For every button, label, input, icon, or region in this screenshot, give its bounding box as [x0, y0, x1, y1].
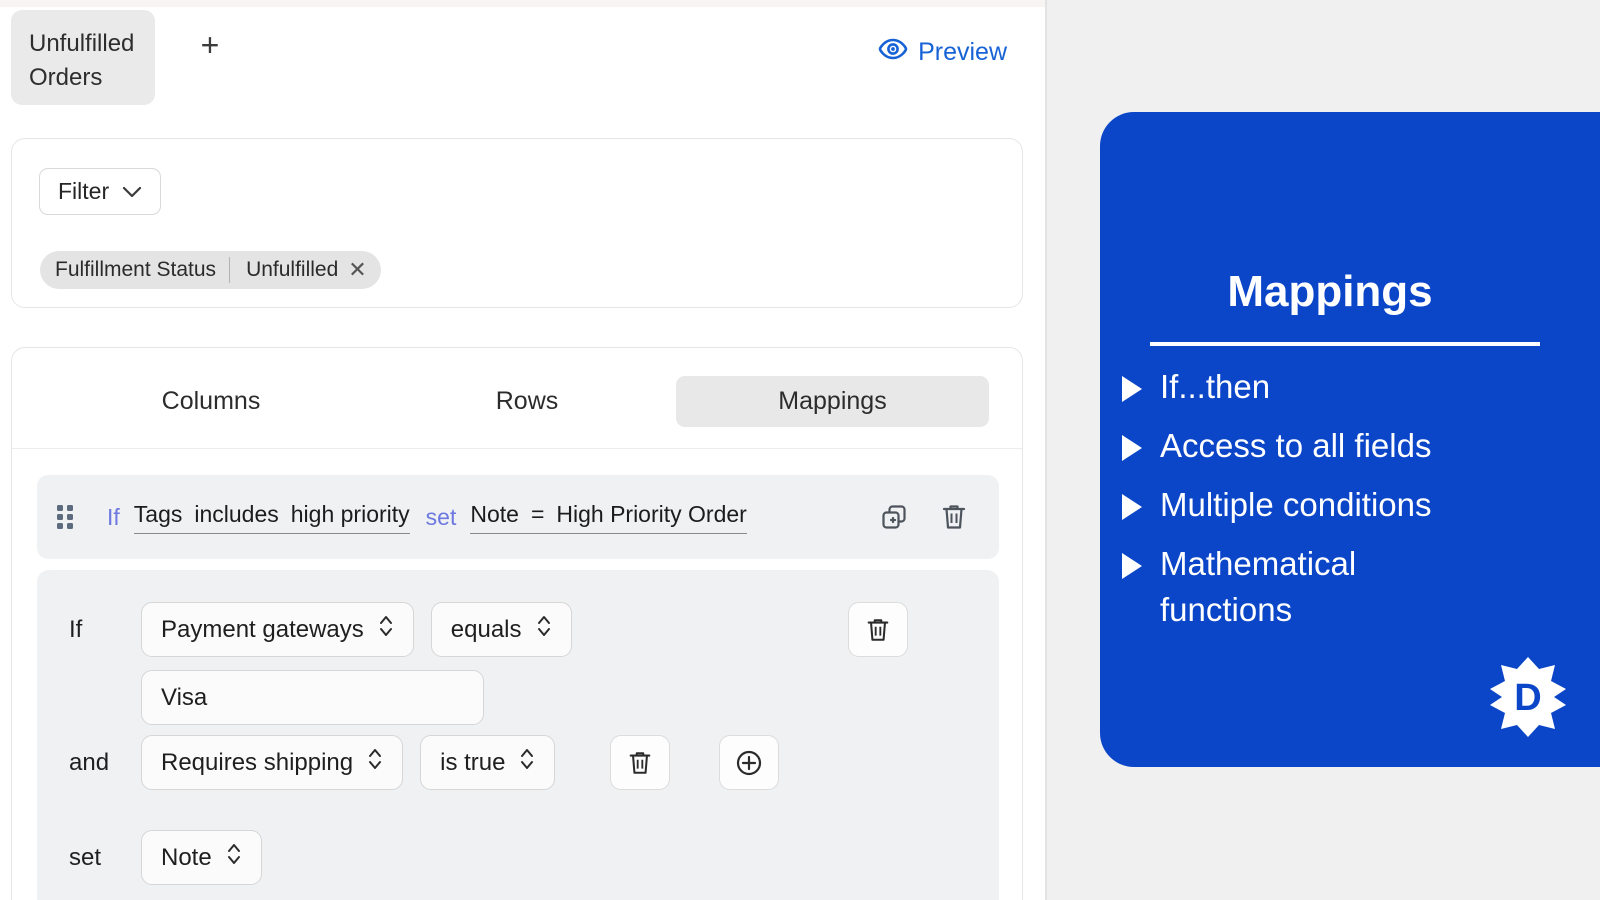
tab-label: Unfulfilled Orders: [29, 30, 135, 91]
rule-set-keyword: set: [425, 503, 457, 530]
filter-dropdown-button[interactable]: Filter: [39, 168, 162, 215]
rule-condition-group[interactable]: Tags includes high priority: [133, 500, 410, 534]
eye-icon: [878, 37, 908, 68]
promo-list-item: Access to all fields: [1122, 423, 1592, 469]
rule-expression: If Tags includes high priority set Note …: [107, 475, 747, 559]
condition-1-operator-select[interactable]: equals: [430, 602, 572, 657]
plus-circle-icon: [737, 750, 762, 775]
triangle-right-icon: [1122, 553, 1142, 579]
triangle-right-icon: [1122, 435, 1142, 461]
mappings-card: Columns Rows Mappings If Tags includes h…: [11, 347, 1023, 900]
promo-title: Mappings: [1227, 267, 1433, 316]
promo-feature-list: If...then Access to all fields Multiple …: [1122, 364, 1592, 646]
promo-list-item: Multiple conditions: [1122, 482, 1592, 528]
triangle-right-icon: [1122, 494, 1142, 520]
tab-columns[interactable]: Columns: [100, 376, 322, 427]
delete-condition-button[interactable]: [848, 602, 908, 657]
chevron-up-down-icon: [519, 746, 535, 779]
promo-divider: [1150, 342, 1540, 346]
promo-item-label: Multiple conditions: [1160, 486, 1432, 523]
duplicate-icon[interactable]: [877, 500, 911, 534]
condition-1-field-select[interactable]: Payment gateways: [141, 602, 414, 657]
drag-handle-icon[interactable]: [57, 505, 73, 529]
close-icon[interactable]: ✕: [346, 259, 380, 281]
chevron-up-down-icon: [536, 613, 552, 646]
rule-field: Tags: [133, 500, 183, 527]
chevron-up-down-icon: [367, 746, 383, 779]
rule-target-field: Note: [470, 500, 519, 527]
chevron-down-icon: [122, 178, 142, 205]
condition-if-label: If: [69, 615, 83, 643]
condition-1-field-value: Payment gateways: [161, 615, 364, 643]
filter-label: Filter: [58, 178, 110, 204]
promo-panel: Mappings If...then Access to all fields …: [1100, 112, 1600, 767]
condition-2-field-select[interactable]: Requires shipping: [141, 735, 404, 790]
condition-1-operator-value: equals: [450, 615, 522, 643]
add-row-button[interactable]: [719, 735, 780, 790]
tab-bar: Unfulfilled Orders + Preview: [0, 7, 1045, 107]
chevron-up-down-icon: [226, 841, 242, 874]
rule-if-keyword: If: [107, 503, 120, 530]
condition-and-label: and: [69, 748, 110, 776]
condition-row-1-value: [69, 670, 484, 725]
tab-mappings[interactable]: Mappings: [676, 376, 989, 427]
chevron-up-down-icon: [378, 613, 394, 646]
filter-card: Filter Fulfillment Status Unfulfilled ✕: [11, 138, 1023, 308]
condition-editor: If Payment gateways equals Visa and Requ…: [37, 570, 999, 900]
condition-1-value-input[interactable]: [141, 670, 484, 725]
brand-star-logo: D: [1486, 655, 1570, 739]
tab-unfulfilled-orders[interactable]: Unfulfilled Orders: [11, 10, 155, 105]
preview-label: Preview: [918, 38, 1007, 66]
rule-value: high priority: [290, 500, 410, 527]
tab-mappings-label: Mappings: [778, 387, 887, 415]
promo-list-item: Mathematical functions: [1122, 541, 1592, 633]
rule-target-value: High Priority Order: [556, 500, 747, 527]
rule-operator: includes: [194, 500, 279, 527]
tab-columns-label: Columns: [161, 387, 261, 415]
filter-chip[interactable]: Fulfillment Status Unfulfilled ✕: [40, 251, 381, 289]
plus-icon: +: [200, 27, 220, 63]
screen-root: Unfulfilled Orders + Preview Filter Fulf…: [0, 0, 1600, 900]
preview-button[interactable]: Preview: [878, 37, 1007, 68]
action-row: set Note: [69, 830, 279, 885]
brand-logo-letter: D: [1514, 677, 1541, 719]
app-pane: Unfulfilled Orders + Preview Filter Fulf…: [0, 7, 1045, 900]
tab-rows[interactable]: Rows: [416, 376, 638, 427]
tab-rows-label: Rows: [495, 387, 559, 415]
triangle-right-icon: [1122, 376, 1142, 402]
mapping-rule-row[interactable]: If Tags includes high priority set Note …: [37, 475, 999, 559]
promo-item-label: Access to all fields: [1160, 427, 1432, 464]
condition-2-operator-value: is true: [440, 748, 506, 776]
rule-equals-sign: =: [530, 500, 545, 527]
rule-actions: [877, 475, 971, 559]
condition-row-2: and Requires shipping is true: [69, 735, 796, 790]
condition-2-operator-select[interactable]: is true: [420, 735, 556, 790]
trash-icon[interactable]: [937, 500, 971, 534]
action-field-select[interactable]: Note: [141, 830, 262, 885]
add-tab-button[interactable]: +: [190, 25, 230, 65]
trash-icon: [867, 618, 889, 641]
promo-list-item: If...then: [1122, 364, 1592, 410]
action-set-label: set: [69, 843, 102, 871]
condition-row-1: If Payment gateways equals: [69, 602, 589, 657]
trash-icon: [630, 751, 651, 774]
delete-row-button[interactable]: [610, 735, 671, 790]
promo-item-label: Mathematical functions: [1160, 545, 1357, 628]
filter-chip-key: Fulfillment Status: [55, 258, 217, 281]
condition-2-field-value: Requires shipping: [161, 748, 354, 776]
segmented-tabs: Columns Rows Mappings: [12, 348, 1022, 449]
action-field-value: Note: [161, 843, 212, 871]
rule-action-group[interactable]: Note = High Priority Order: [470, 500, 747, 534]
filter-chip-value: Unfulfilled: [246, 258, 339, 281]
top-accent-strip: [0, 0, 1045, 7]
promo-item-label: If...then: [1160, 368, 1271, 405]
